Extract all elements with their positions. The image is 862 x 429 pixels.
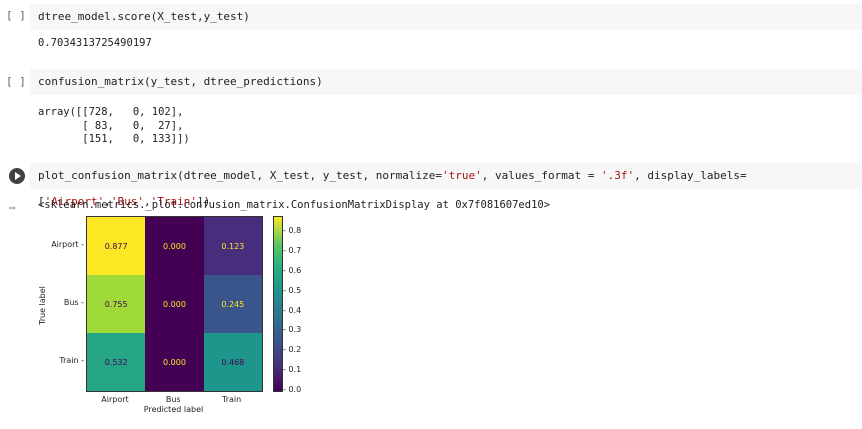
heatmap-cell: 0.468 [203, 333, 262, 391]
x-tick-label: Airport [101, 395, 129, 404]
run-indicator[interactable]: [ ] [6, 75, 26, 88]
line: [151, 0, 133]]) [38, 133, 190, 145]
colorbar-tick-label: - 0.8 [283, 226, 302, 236]
heatmap-cell: 0.000 [145, 275, 204, 333]
colorbar-tick-label: - 0.3 [283, 325, 302, 335]
colorbar-tick-label: - 0.7 [283, 246, 302, 256]
colorbar [273, 216, 283, 392]
output-icon: ⇨ [9, 201, 16, 214]
code-cell-confusion-matrix[interactable]: confusion_matrix(y_test, dtree_predictio… [30, 69, 862, 95]
code: dtree_model.score(X_test,y_test) [38, 10, 250, 23]
x-axis-label: Predicted label [143, 405, 204, 414]
x-tick-label: Train [221, 395, 242, 404]
code: confusion_matrix(y_test, dtree_predictio… [38, 75, 323, 88]
output-display: <sklearn.metrics._plot.confusion_matrix.… [38, 199, 551, 211]
code-cell-score[interactable]: dtree_model.score(X_test,y_test) [30, 4, 862, 30]
colorbar-tick-label: - 0.4 [283, 305, 302, 315]
heatmap-cell: 0.245 [203, 275, 262, 333]
heatmap-cell: 0.877 [87, 217, 146, 275]
colorbar-tick-label: - 0.1 [283, 365, 302, 375]
colorbar-tick-label: - 0.2 [283, 345, 302, 355]
heatmap-cell: 0.000 [145, 217, 204, 275]
heatmap-cell: 0.123 [203, 217, 262, 275]
output-array: array([[728, 0, 102], [ 83, 0, 27], [151… [38, 106, 190, 147]
colorbar-tick-label: - 0.0 [283, 385, 302, 394]
heatmap-cell: 0.000 [145, 333, 204, 391]
run-indicator[interactable]: [ ] [6, 9, 26, 22]
confusion-matrix-heatmap: 0.877 0.000 0.123 0.755 0.000 0.245 0.532 0.000… [86, 216, 263, 392]
colorbar-tick-label: - 0.6 [283, 265, 302, 275]
colorbar-tick-label: - 0.5 [283, 285, 302, 295]
output-score: 0.7034313725490197 [38, 37, 152, 49]
run-button[interactable] [9, 168, 25, 184]
code-cell-plot[interactable]: plot_confusion_matrix(dtree_model, X_tes… [30, 163, 862, 208]
y-axis-label: True label [38, 286, 47, 325]
y-tick-label: Airport - [51, 240, 84, 249]
x-tick-label: Bus [165, 395, 181, 404]
line: [ 83, 0, 27], [38, 119, 184, 132]
y-tick-label: Train - [59, 356, 84, 365]
heatmap-cell: 0.532 [87, 333, 146, 391]
line: array([[728, 0, 102], [38, 106, 184, 118]
heatmap-cell: 0.755 [87, 275, 146, 333]
